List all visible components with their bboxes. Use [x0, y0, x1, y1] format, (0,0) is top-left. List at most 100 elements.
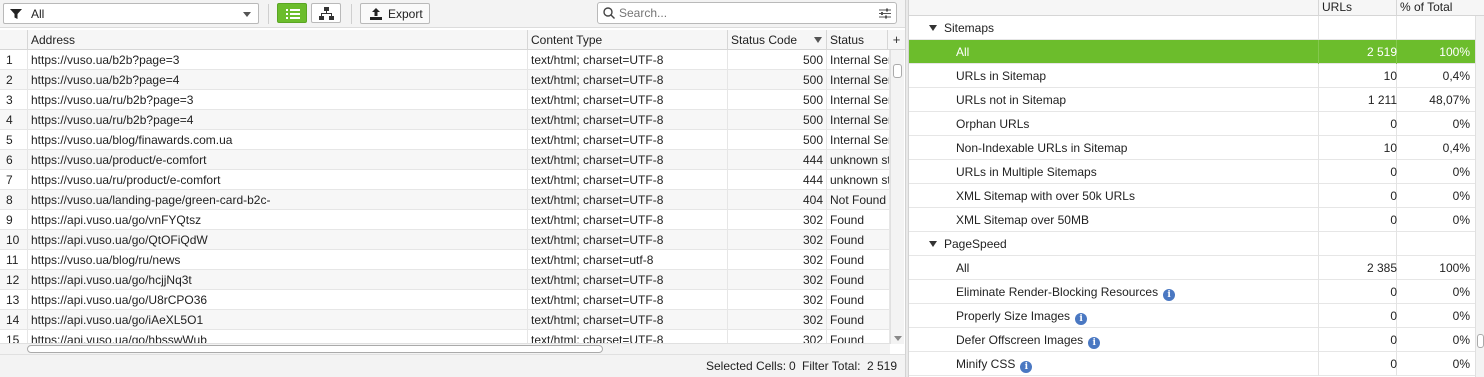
scroll-down-icon[interactable]	[894, 336, 902, 341]
cell-content-type[interactable]: text/html; charset=UTF-8	[528, 330, 728, 344]
cell-status-code[interactable]: 444	[728, 170, 827, 190]
grid-vertical-scrollbar[interactable]	[890, 50, 904, 344]
scrollbar-thumb[interactable]	[893, 64, 902, 78]
row-number[interactable]: 13	[0, 290, 28, 310]
scrollbar-thumb[interactable]	[27, 345, 603, 353]
expand-triangle-icon[interactable]	[929, 241, 937, 247]
cell-content-type[interactable]: text/html; charset=UTF-8	[528, 210, 728, 230]
cell-content-type[interactable]: text/html; charset=UTF-8	[528, 90, 728, 110]
cell-status[interactable]: Internal Server Error	[827, 110, 890, 130]
row-number[interactable]: 15	[0, 330, 28, 344]
cell-address[interactable]: https://vuso.ua/ru/b2b?page=4	[28, 110, 528, 130]
row-number[interactable]: 12	[0, 270, 28, 290]
row-number[interactable]: 11	[0, 250, 28, 270]
cell-status[interactable]: Found	[827, 290, 890, 310]
cell-content-type[interactable]: text/html; charset=UTF-8	[528, 70, 728, 90]
table-row[interactable]: 14 https://api.vuso.ua/go/iAeXL5O1 text/ht…	[0, 310, 890, 330]
cell-address[interactable]: https://api.vuso.ua/go/hcjjNq3t	[28, 270, 528, 290]
add-column-button[interactable]: +	[888, 30, 905, 50]
tree-item[interactable]: Orphan URLs 0 0%	[909, 112, 1475, 136]
table-row[interactable]: 8 https://vuso.ua/landing-page/green-card…	[0, 190, 890, 210]
table-row[interactable]: 15 https://api.vuso.ua/go/hbsswWub text/ht…	[0, 330, 890, 344]
tree-item[interactable]: XML Sitemap with over 50k URLs 0 0%	[909, 184, 1475, 208]
scrollbar-thumb[interactable]	[1477, 334, 1484, 348]
cell-status-code[interactable]: 500	[728, 110, 827, 130]
cell-address[interactable]: https://vuso.ua/b2b?page=3	[28, 50, 528, 70]
cell-status[interactable]: Found	[827, 250, 890, 270]
table-row[interactable]: 7 https://vuso.ua/ru/product/e-comfort tex…	[0, 170, 890, 190]
cell-content-type[interactable]: text/html; charset=UTF-8	[528, 170, 728, 190]
cell-status[interactable]: unknown status	[827, 150, 890, 170]
cell-status-code[interactable]: 302	[728, 230, 827, 250]
table-row[interactable]: 12 https://api.vuso.ua/go/hcjjNq3t text/ht…	[0, 270, 890, 290]
info-icon[interactable]: i	[1075, 313, 1088, 325]
export-button[interactable]: Export	[360, 3, 430, 24]
cell-content-type[interactable]: text/html; charset=UTF-8	[528, 230, 728, 250]
table-row[interactable]: 4 https://vuso.ua/ru/b2b?page=4 text/html;…	[0, 110, 890, 130]
cell-status[interactable]: Internal Server Error	[827, 130, 890, 150]
cell-address[interactable]: https://vuso.ua/ru/product/e-comfort	[28, 170, 528, 190]
cell-status-code[interactable]: 444	[728, 150, 827, 170]
tree-view-button[interactable]	[311, 3, 341, 23]
cell-address[interactable]: https://vuso.ua/blog/ru/news	[28, 250, 528, 270]
search-options-icon[interactable]	[879, 8, 891, 19]
cell-status[interactable]: Not Found	[827, 190, 890, 210]
cell-status[interactable]: Found	[827, 230, 890, 250]
cell-status-code[interactable]: 500	[728, 50, 827, 70]
tree-item[interactable]: URLs in Sitemap 10 0,4%	[909, 64, 1475, 88]
info-icon[interactable]: i	[1020, 361, 1033, 373]
tree-item[interactable]: Non-Indexable URLs in Sitemap 10 0,4%	[909, 136, 1475, 160]
row-number[interactable]: 2	[0, 70, 28, 90]
cell-status[interactable]: Found	[827, 270, 890, 290]
cell-status-code[interactable]: 302	[728, 310, 827, 330]
column-header-status[interactable]: Status	[827, 30, 888, 50]
cell-status-code[interactable]: 302	[728, 290, 827, 310]
cell-status-code[interactable]: 404	[728, 190, 827, 210]
filter-dropdown[interactable]: All	[3, 3, 259, 24]
tree-group[interactable]: Sitemaps	[909, 16, 1475, 40]
table-row[interactable]: 6 https://vuso.ua/product/e-comfort text/h…	[0, 150, 890, 170]
cell-status[interactable]: Found	[827, 330, 890, 344]
cell-address[interactable]: https://vuso.ua/blog/finawards.com.ua	[28, 130, 528, 150]
cell-address[interactable]: https://vuso.ua/b2b?page=4	[28, 70, 528, 90]
table-row[interactable]: 9 https://api.vuso.ua/go/vnFYQtsz text/htm…	[0, 210, 890, 230]
table-row[interactable]: 10 https://api.vuso.ua/go/QtOFiQdW text/ht…	[0, 230, 890, 250]
column-header-address[interactable]: Address	[28, 30, 528, 50]
cell-status[interactable]: Internal Server Error	[827, 90, 890, 110]
cell-status-code[interactable]: 500	[728, 90, 827, 110]
cell-status-code[interactable]: 302	[728, 210, 827, 230]
tree-item[interactable]: URLs in Multiple Sitemaps 0 0%	[909, 160, 1475, 184]
tree-item[interactable]: Defer Offscreen Images i 0 0%	[909, 328, 1475, 352]
row-number[interactable]: 10	[0, 230, 28, 250]
cell-content-type[interactable]: text/html; charset=UTF-8	[528, 270, 728, 290]
overview-vertical-scrollbar[interactable]	[1475, 16, 1484, 377]
cell-status-code[interactable]: 302	[728, 330, 827, 344]
cell-address[interactable]: https://vuso.ua/ru/b2b?page=3	[28, 90, 528, 110]
table-row[interactable]: 13 https://api.vuso.ua/go/U8rCPO36 text/ht…	[0, 290, 890, 310]
cell-content-type[interactable]: text/html; charset=UTF-8	[528, 290, 728, 310]
cell-address[interactable]: https://api.vuso.ua/go/QtOFiQdW	[28, 230, 528, 250]
list-view-button[interactable]	[277, 3, 307, 23]
cell-status[interactable]: Found	[827, 310, 890, 330]
tree-item[interactable]: URLs not in Sitemap 1 211 48,07%	[909, 88, 1475, 112]
table-row[interactable]: 11 https://vuso.ua/blog/ru/news text/html;…	[0, 250, 890, 270]
cell-content-type[interactable]: text/html; charset=utf-8	[528, 250, 728, 270]
tree-item[interactable]: Eliminate Render-Blocking Resources i 0 0%	[909, 280, 1475, 304]
cell-status-code[interactable]: 302	[728, 250, 827, 270]
cell-address[interactable]: https://api.vuso.ua/go/U8rCPO36	[28, 290, 528, 310]
column-header-status-code[interactable]: Status Code	[728, 30, 827, 50]
tree-item[interactable]: Properly Size Images i 0 0%	[909, 304, 1475, 328]
cell-address[interactable]: https://vuso.ua/product/e-comfort	[28, 150, 528, 170]
row-number[interactable]: 7	[0, 170, 28, 190]
cell-status[interactable]: Internal Server Error	[827, 50, 890, 70]
table-row[interactable]: 5 https://vuso.ua/blog/finawards.com.ua te…	[0, 130, 890, 150]
cell-status[interactable]: Found	[827, 210, 890, 230]
tree-item[interactable]: All 2 519 100%	[909, 40, 1475, 64]
cell-content-type[interactable]: text/html; charset=UTF-8	[528, 310, 728, 330]
tree-item[interactable]: Minify CSS i 0 0%	[909, 352, 1475, 376]
row-number[interactable]: 8	[0, 190, 28, 210]
column-header-urls[interactable]: URLs	[1318, 0, 1396, 16]
cell-address[interactable]: https://vuso.ua/landing-page/green-card-…	[28, 190, 528, 210]
search-input[interactable]	[619, 5, 869, 21]
tree-item[interactable]: All 2 385 100%	[909, 256, 1475, 280]
